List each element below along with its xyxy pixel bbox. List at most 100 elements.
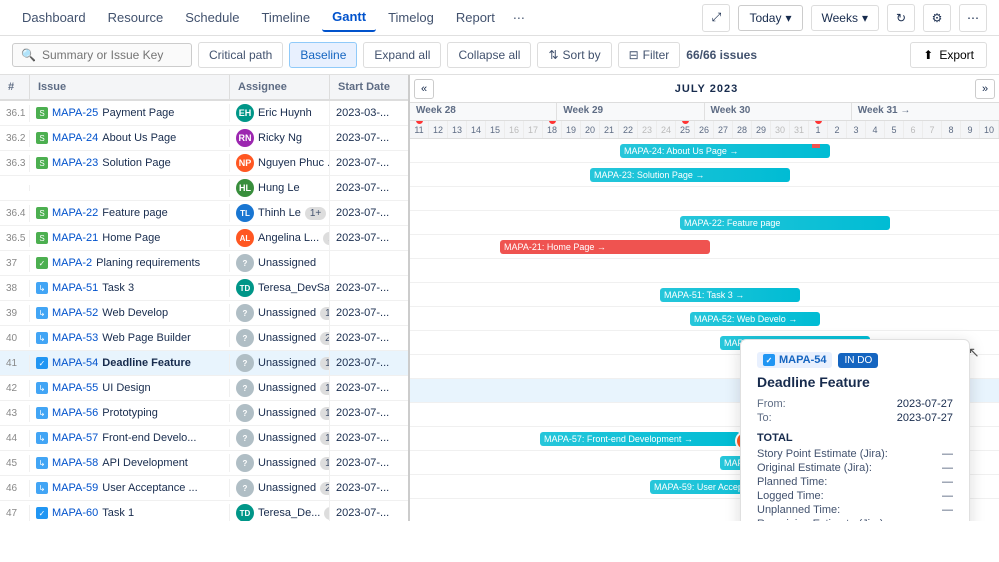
bar-mapa24[interactable]: MAPA-24: About Us Page → 73% <box>620 144 830 158</box>
table-row[interactable]: 46 ↳ MAPA-59 User Acceptance ... ? Unass… <box>0 476 408 501</box>
export-icon: ⬆ <box>923 48 933 62</box>
day-8: 8 <box>942 121 961 138</box>
avatar: ? <box>236 429 254 447</box>
table-row[interactable]: 44 ↳ MAPA-57 Front-end Develo... ? Unass… <box>0 426 408 451</box>
table-row[interactable]: 38 ↳ MAPA-51 Task 3 TD Teresa_DevSa... 2… <box>0 276 408 301</box>
cell-num: 42 <box>0 380 30 397</box>
day-2: 2 <box>828 121 847 138</box>
table-row[interactable]: HL Hung Le 2023-07-... <box>0 176 408 201</box>
cell-start: 2023-07-... <box>330 229 410 247</box>
nav-more-icon[interactable]: ⋯ <box>507 5 531 31</box>
table-row[interactable]: 36.3 S MAPA-23 Solution Page NP Nguyen P… <box>0 151 408 176</box>
table-row-highlighted[interactable]: 41 ✓ MAPA-54 Deadline Feature ? Unassign… <box>0 351 408 376</box>
day-14: 14 <box>467 121 486 138</box>
gantt-nav-left[interactable]: « <box>414 79 434 99</box>
table-row[interactable]: 42 ↳ MAPA-55 UI Design ? Unassigned 1+ 2… <box>0 376 408 401</box>
sub-task-icon: ↳ <box>36 432 48 444</box>
cell-assignee: EH Eric Huynh <box>230 101 330 125</box>
cell-num <box>0 185 30 191</box>
bar-mapa52[interactable]: MAPA-52: Web Develo → 0% <box>690 312 820 326</box>
cell-start: 2023-07-... <box>330 454 410 472</box>
tooltip-field-1: Original Estimate (Jira): — <box>757 462 953 474</box>
table-row[interactable]: 37 ✓ MAPA-2 Planing requirements ? Unass… <box>0 251 408 276</box>
nav-schedule[interactable]: Schedule <box>175 4 249 31</box>
nav-report[interactable]: Report <box>446 4 505 31</box>
toolbar: 🔍 Critical path Baseline Expand all Coll… <box>0 36 999 75</box>
nav-resource[interactable]: Resource <box>98 4 174 31</box>
baseline-button[interactable]: Baseline <box>289 42 357 68</box>
nav-timelog[interactable]: Timelog <box>378 4 444 31</box>
refresh-icon[interactable]: ↻ <box>887 4 915 32</box>
day-22: 22 <box>619 121 638 138</box>
bar-mapa23[interactable]: MAPA-23: Solution Page → 92% <box>590 168 790 182</box>
day-19: 19 <box>562 121 581 138</box>
bar-mapa57[interactable]: MAPA-57: Front-end Development → 0% <box>540 432 740 446</box>
sub-icon <box>36 182 48 194</box>
day-20: 20 <box>581 121 600 138</box>
today-button[interactable]: Today ▾ <box>738 5 802 31</box>
gantt-nav-right[interactable]: » <box>975 79 995 99</box>
avatar: ? <box>236 329 254 347</box>
badge: 2+ <box>320 332 330 345</box>
collapse-all-button[interactable]: Collapse all <box>447 42 531 68</box>
cell-issue: S MAPA-24 About Us Page <box>30 129 230 147</box>
cell-start: 2023-07-... <box>330 304 410 322</box>
table-row[interactable]: 45 ↳ MAPA-58 API Development ? Unassigne… <box>0 451 408 476</box>
fullscreen-icon[interactable]: ⤢ <box>702 4 730 32</box>
search-box[interactable]: 🔍 <box>12 43 192 67</box>
task-icon: ✓ <box>36 257 48 269</box>
avatar: ? <box>236 404 254 422</box>
main-content: # Issue Assignee Start Date 36.1 S MAPA-… <box>0 75 999 521</box>
cell-issue: S MAPA-21 Home Page <box>30 229 230 247</box>
cell-num: 38 <box>0 280 30 297</box>
issues-count-value: 66/66 <box>686 48 716 62</box>
badge: 2+ <box>320 482 330 495</box>
export-button[interactable]: ⬆ Export <box>910 42 987 68</box>
sort-by-button[interactable]: ⇅ Sort by <box>537 42 611 68</box>
bar-mapa22[interactable]: MAPA-22: Feature page 34% <box>680 216 890 230</box>
table-row[interactable]: 47 ✓ MAPA-60 Task 1 TD Teresa_De... 1+ 2… <box>0 501 408 521</box>
table-row[interactable]: 36.2 S MAPA-24 About Us Page RN Ricky Ng… <box>0 126 408 151</box>
story-icon: S <box>36 107 48 119</box>
badge: 1+ <box>323 232 330 245</box>
cell-assignee: NP Nguyen Phuc ... <box>230 151 330 175</box>
day-29: 29 <box>752 121 771 138</box>
table-row[interactable]: 36.5 S MAPA-21 Home Page AL Angelina L..… <box>0 226 408 251</box>
table-header: # Issue Assignee Start Date <box>0 75 408 101</box>
day-30: 30 <box>771 121 790 138</box>
cell-start: 2023-07-... <box>330 429 410 447</box>
filter-icon: ⊟ <box>629 48 639 62</box>
sub-task-icon: ↳ <box>36 457 48 469</box>
table-row[interactable]: 40 ↳ MAPA-53 Web Page Builder ? Unassign… <box>0 326 408 351</box>
cell-assignee: HL Hung Le <box>230 176 330 200</box>
cell-assignee: TD Teresa_DevSa... <box>230 276 330 300</box>
table-row[interactable]: 43 ↳ MAPA-56 Prototyping ? Unassigned 1+… <box>0 401 408 426</box>
search-input[interactable] <box>42 48 182 62</box>
cell-issue: ↳ MAPA-51 Task 3 <box>30 279 230 297</box>
day-18: 18 <box>543 121 562 138</box>
day-21: 21 <box>600 121 619 138</box>
nav-dashboard[interactable]: Dashboard <box>12 4 96 31</box>
expand-all-button[interactable]: Expand all <box>363 42 441 68</box>
weeks-button[interactable]: Weeks ▾ <box>811 5 880 31</box>
nav-gantt[interactable]: Gantt <box>322 3 376 32</box>
table-row[interactable]: 39 ↳ MAPA-52 Web Develop ? Unassigned 1+… <box>0 301 408 326</box>
settings-icon[interactable]: ⚙ <box>923 4 951 32</box>
week-31: Week 31 → <box>852 103 999 120</box>
cell-assignee: ? Unassigned 2+ <box>230 326 330 350</box>
day-6: 6 <box>904 121 923 138</box>
nav-timeline[interactable]: Timeline <box>251 4 320 31</box>
table-row[interactable]: 36.1 S MAPA-25 Payment Page EH Eric Huyn… <box>0 101 408 126</box>
cell-issue: ✓ MAPA-60 Task 1 <box>30 504 230 521</box>
avatar: ? <box>236 354 254 372</box>
cell-assignee: ? Unassigned 1+ <box>230 351 330 375</box>
bar-mapa21[interactable]: MAPA-21: Home Page → 35% <box>500 240 710 254</box>
filter-button[interactable]: ⊟ Filter <box>618 42 681 68</box>
more-icon[interactable]: ⋯ <box>959 4 987 32</box>
critical-path-button[interactable]: Critical path <box>198 42 283 68</box>
cell-start: 2023-07-... <box>330 179 410 197</box>
cell-num: 37 <box>0 255 30 272</box>
bar-mapa51[interactable]: MAPA-51: Task 3 → 46% <box>660 288 800 302</box>
cell-num: 36.1 <box>0 105 30 122</box>
table-row[interactable]: 36.4 S MAPA-22 Feature page TL Thinh Le … <box>0 201 408 226</box>
